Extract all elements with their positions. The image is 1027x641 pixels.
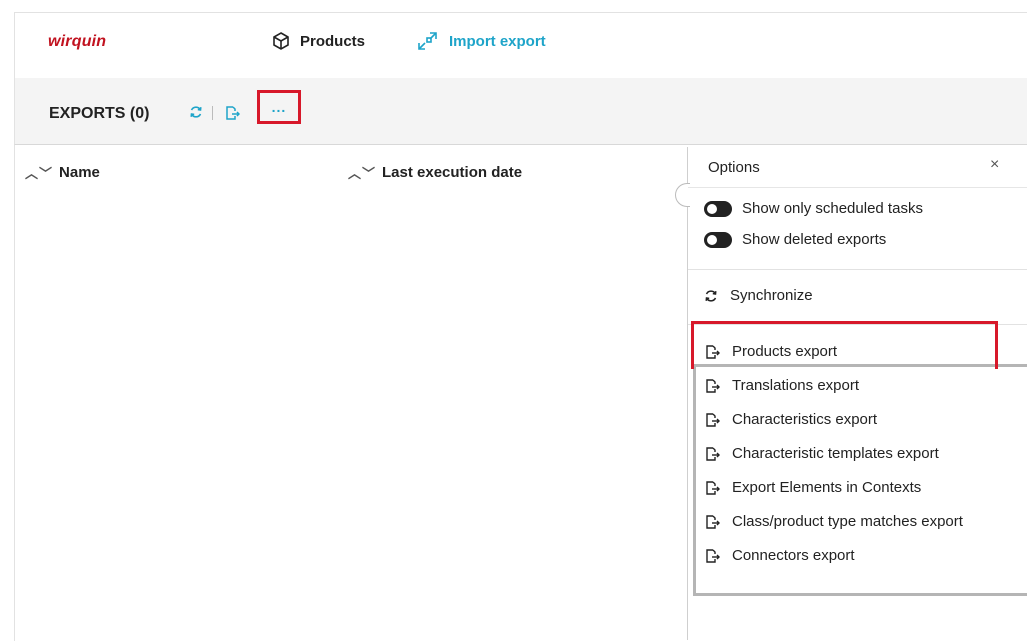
import-export-icon — [416, 29, 440, 53]
refresh-icon[interactable] — [189, 105, 203, 119]
panel-title: Options — [708, 159, 760, 176]
toggle-deleted-exports[interactable]: Show deleted exports — [704, 231, 886, 248]
sync-icon — [704, 289, 718, 303]
export-file-icon — [704, 446, 720, 462]
nav-item-import-export[interactable]: Import export — [416, 29, 546, 53]
sort-icon[interactable]: ︿﹀ — [348, 163, 376, 182]
export-file-icon — [704, 514, 720, 530]
menu-item-characteristic-templates-export[interactable]: Characteristic templates export — [704, 445, 939, 462]
export-file-icon — [704, 480, 720, 496]
nav-item-label: Products — [300, 32, 366, 50]
more-options-button[interactable]: ... — [257, 90, 301, 124]
menu-item-label: Class/product type matches export — [732, 513, 963, 530]
page-title: EXPORTS (0) — [49, 105, 150, 122]
options-panel-header: Options × — [688, 147, 1027, 188]
nav-item-products[interactable]: Products — [271, 31, 365, 51]
nav-item-label: Import export — [449, 32, 546, 50]
menu-item-products-export[interactable]: Products export — [704, 343, 837, 360]
menu-item-label: Characteristics export — [732, 411, 878, 428]
toggle-label: Show deleted exports — [742, 231, 887, 248]
divider — [688, 269, 1027, 270]
top-navigation-bar: wirquin Products Import export — [14, 12, 1027, 79]
menu-item-label: Export Elements in Contexts — [732, 479, 922, 496]
column-header-name[interactable]: ︿﹀ Name — [25, 163, 100, 182]
toggle-switch[interactable] — [704, 200, 732, 217]
menu-item-label: Characteristic templates export — [732, 445, 939, 462]
toggle-label: Show only scheduled tasks — [742, 200, 923, 217]
menu-item-class-product-type-matches-export[interactable]: Class/product type matches export — [704, 513, 963, 530]
toggle-scheduled-tasks[interactable]: Show only scheduled tasks — [704, 200, 923, 217]
menu-item-translations-export[interactable]: Translations export — [704, 377, 859, 394]
menu-item-label: Connectors export — [732, 547, 855, 564]
menu-item-characteristics-export[interactable]: Characteristics export — [704, 411, 877, 428]
menu-item-connectors-export[interactable]: Connectors export — [704, 547, 855, 564]
menu-item-label: Translations export — [732, 377, 860, 394]
export-file-icon — [704, 378, 720, 394]
column-header-last-execution-date[interactable]: ︿﹀ Last execution date — [348, 163, 522, 182]
column-label: Last execution date — [382, 164, 523, 181]
menu-item-label: Products export — [732, 343, 838, 360]
synchronize-button[interactable]: Synchronize — [704, 287, 813, 304]
toggle-switch[interactable] — [704, 231, 732, 248]
toolbar-divider — [212, 106, 213, 120]
sort-icon[interactable]: ︿﹀ — [25, 163, 53, 182]
brand-logo[interactable]: wirquin — [48, 33, 106, 51]
close-icon[interactable]: × — [990, 156, 999, 174]
options-panel: Options × Show only scheduled tasks Show… — [675, 147, 1027, 640]
synchronize-label: Synchronize — [730, 287, 813, 304]
exports-toolbar: EXPORTS (0) ... — [14, 78, 1027, 144]
export-file-icon — [704, 344, 720, 360]
column-label: Name — [59, 164, 100, 181]
export-file-icon — [704, 412, 720, 428]
export-file-icon[interactable] — [224, 105, 240, 121]
menu-item-export-elements-in-contexts[interactable]: Export Elements in Contexts — [704, 479, 921, 496]
cube-icon — [271, 31, 291, 51]
export-file-icon — [704, 548, 720, 564]
